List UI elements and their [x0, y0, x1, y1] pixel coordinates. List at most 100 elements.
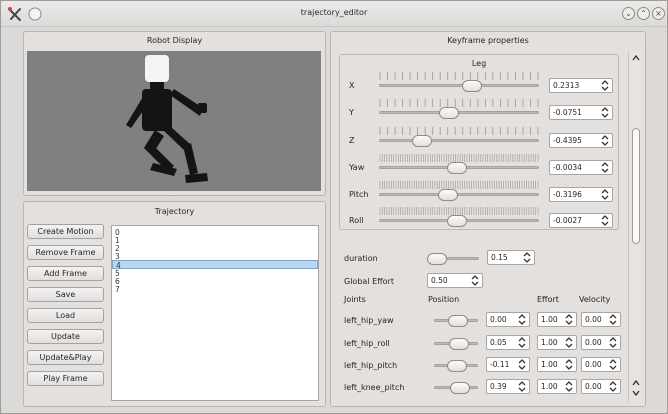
play-frame-button[interactable]: Play Frame: [27, 371, 104, 386]
slider-value: -0.0034: [553, 163, 582, 172]
joint-slider-handle[interactable]: [448, 338, 469, 350]
spin-arrows-icon[interactable]: [471, 275, 479, 286]
joint-position-spinbox[interactable]: 0.00: [486, 312, 530, 327]
joint-effort-value: 1.00: [541, 315, 558, 324]
slider-label-x: X: [349, 81, 355, 90]
robot-viewport[interactable]: [27, 51, 321, 191]
joint-slider-handle[interactable]: [450, 382, 471, 394]
duration-spinbox[interactable]: 0.15: [487, 250, 535, 265]
global-effort-label: Global Effort: [344, 277, 394, 286]
spin-arrows-icon[interactable]: [565, 337, 573, 348]
joint-effort-spinbox[interactable]: 1.00: [537, 357, 577, 372]
spin-arrows-icon[interactable]: [565, 381, 573, 392]
slider-value: -0.4395: [553, 136, 582, 145]
frame-list[interactable]: 0 1 2 3 4 5 6 7: [111, 225, 319, 401]
joint-velocity-spinbox[interactable]: 0.00: [581, 335, 621, 350]
add-frame-button[interactable]: Add Frame: [27, 266, 104, 281]
splitter-handle[interactable]: ···: [169, 193, 175, 200]
spin-arrows-icon[interactable]: [518, 359, 526, 370]
list-item-selected[interactable]: 4: [112, 260, 318, 270]
joint-position-value: -0.11: [490, 360, 510, 369]
slider-spinbox-pitch[interactable]: -0.3196: [549, 187, 613, 202]
spin-arrows-icon[interactable]: [565, 314, 573, 325]
spin-arrows-icon[interactable]: [601, 162, 609, 173]
spin-arrows-icon[interactable]: [609, 359, 617, 370]
scroll-up-icon[interactable]: [632, 54, 640, 62]
slider-handle-z[interactable]: [412, 135, 433, 147]
joint-slider-handle[interactable]: [448, 315, 468, 327]
slider-value: 0.2313: [553, 81, 580, 90]
slider-handle-pitch[interactable]: [437, 189, 458, 201]
joint-velocity-value: 0.00: [585, 382, 602, 391]
spin-arrows-icon[interactable]: [518, 381, 526, 392]
joint-effort-value: 1.00: [541, 338, 558, 347]
spin-arrows-icon[interactable]: [601, 107, 609, 118]
global-effort-spinbox[interactable]: 0.50: [427, 273, 483, 288]
keyframe-scrollbar[interactable]: [628, 51, 642, 403]
slider-spinbox-yaw[interactable]: -0.0034: [549, 160, 613, 175]
slider-track-x[interactable]: [379, 84, 539, 87]
joint-velocity-value: 0.00: [585, 338, 602, 347]
update-play-button[interactable]: Update&Play: [27, 350, 104, 365]
slider-value: -0.0027: [553, 216, 582, 225]
slider-spinbox-y[interactable]: -0.0751: [549, 105, 613, 120]
spin-arrows-icon[interactable]: [601, 135, 609, 146]
slider-track-z[interactable]: [379, 139, 539, 142]
chevron-up-icon[interactable]: ⌃: [637, 7, 650, 20]
load-button[interactable]: Load: [27, 308, 104, 323]
spin-arrows-icon[interactable]: [601, 189, 609, 200]
keyframe-title: Keyframe properties: [447, 36, 529, 45]
update-button[interactable]: Update: [27, 329, 104, 344]
effort-header: Effort: [537, 295, 559, 304]
duration-slider-handle[interactable]: [427, 253, 448, 265]
slider-ticks: [379, 154, 539, 162]
spin-arrows-icon[interactable]: [601, 80, 609, 91]
slider-spinbox-z[interactable]: -0.4395: [549, 133, 613, 148]
create-motion-button[interactable]: Create Motion: [27, 224, 104, 239]
title-bar: trajectory_editor ⌄ ⌃ ×: [1, 1, 667, 27]
chevron-down-icon[interactable]: ⌄: [622, 7, 635, 20]
slider-spinbox-x[interactable]: 0.2313: [549, 78, 613, 93]
joint-position-spinbox[interactable]: 0.05: [486, 335, 530, 350]
spin-arrows-icon[interactable]: [518, 314, 526, 325]
joint-velocity-spinbox[interactable]: 0.00: [581, 357, 621, 372]
save-button[interactable]: Save: [27, 287, 104, 302]
close-icon[interactable]: ×: [652, 7, 665, 20]
window-title: trajectory_editor: [300, 8, 368, 17]
joint-slider-handle[interactable]: [447, 360, 468, 372]
spin-arrows-icon[interactable]: [565, 359, 573, 370]
spin-arrows-icon[interactable]: [609, 314, 617, 325]
joint-position-spinbox[interactable]: 0.39: [486, 379, 530, 394]
slider-handle-y[interactable]: [439, 107, 460, 119]
joint-velocity-spinbox[interactable]: 0.00: [581, 312, 621, 327]
scrollbar-thumb[interactable]: [632, 128, 640, 244]
scroll-up-icon[interactable]: [632, 379, 640, 387]
robot-arm-right: [170, 89, 203, 116]
slider-spinbox-roll[interactable]: -0.0027: [549, 213, 613, 228]
joint-effort-spinbox[interactable]: 1.00: [537, 335, 577, 350]
slider-handle-yaw[interactable]: [447, 162, 468, 174]
spin-arrows-icon[interactable]: [601, 215, 609, 226]
slider-ticks: [379, 207, 539, 215]
list-item[interactable]: 7: [112, 285, 318, 294]
joint-velocity-spinbox[interactable]: 0.00: [581, 379, 621, 394]
slider-handle-roll[interactable]: [447, 215, 468, 227]
slider-track-pitch[interactable]: [379, 193, 539, 196]
remove-frame-button[interactable]: Remove Frame: [27, 245, 104, 260]
spin-arrows-icon[interactable]: [609, 381, 617, 392]
slider-handle-x[interactable]: [461, 80, 482, 92]
joint-velocity-value: 0.00: [585, 360, 602, 369]
joint-effort-spinbox[interactable]: 1.00: [537, 379, 577, 394]
spin-arrows-icon[interactable]: [523, 252, 531, 263]
slider-label-yaw: Yaw: [349, 163, 365, 172]
velocity-header: Velocity: [579, 295, 611, 304]
slider-label-roll: Roll: [349, 216, 364, 225]
scroll-down-icon[interactable]: [632, 389, 640, 397]
slider-label-y: Y: [349, 108, 354, 117]
spin-arrows-icon[interactable]: [609, 337, 617, 348]
joint-effort-spinbox[interactable]: 1.00: [537, 312, 577, 327]
spin-arrows-icon[interactable]: [518, 337, 526, 348]
joint-name: left_knee_pitch: [344, 383, 405, 392]
joint-position-spinbox[interactable]: -0.11: [486, 357, 530, 372]
slider-label-z: Z: [349, 136, 355, 145]
